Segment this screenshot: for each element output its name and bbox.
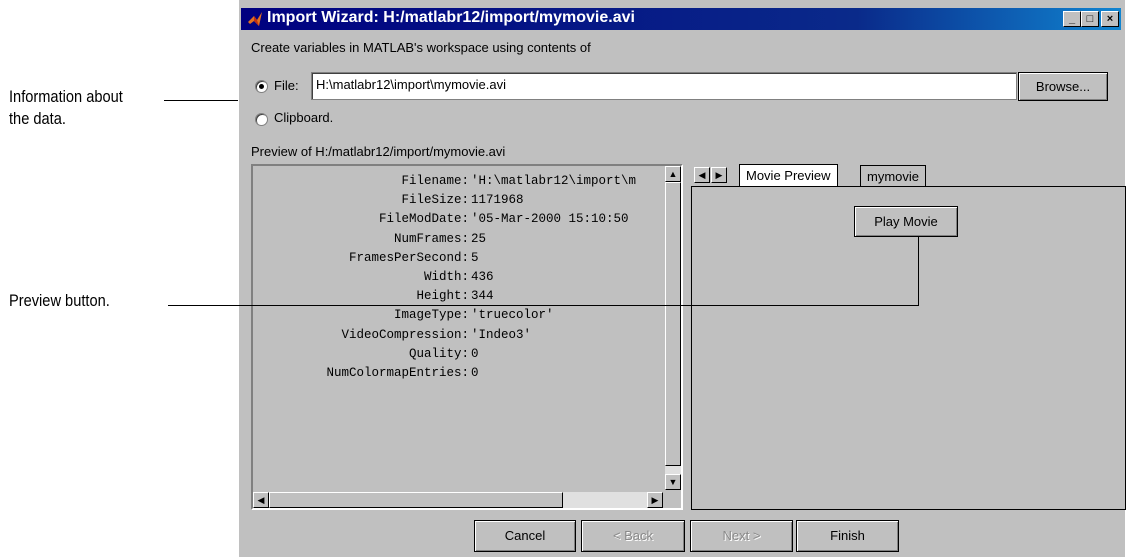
horizontal-scroll-thumb[interactable]	[269, 492, 563, 508]
annotation-info-line1: Information about	[9, 87, 123, 106]
file-label: File:	[274, 78, 299, 93]
info-key: FramesPerSecond:	[348, 250, 469, 265]
info-key: Width:	[423, 270, 469, 284]
info-key: NumColormapEntries:	[326, 366, 469, 380]
radio-selected-dot	[259, 84, 264, 89]
info-key: Height:	[416, 289, 469, 304]
info-value: 436	[471, 270, 494, 284]
info-key: Quality:	[408, 346, 469, 361]
info-key: VideoCompression:	[341, 327, 469, 342]
annotation-preview-button: Preview button.	[9, 291, 110, 310]
cancel-button[interactable]: Cancel	[474, 520, 576, 552]
close-icon[interactable]: ×	[1101, 11, 1119, 27]
annotation-preview-leader-vertical	[918, 237, 919, 306]
info-value: 'H:\matlabr12\import\m	[471, 174, 637, 188]
tab-scroll-right-icon[interactable]: ▶	[711, 167, 727, 183]
vertical-scroll-thumb[interactable]	[665, 182, 681, 466]
intro-text: Create variables in MATLAB's workspace u…	[251, 40, 591, 55]
browse-button[interactable]: Browse...	[1018, 72, 1108, 101]
annotation-preview-leader	[168, 305, 918, 306]
file-path-input[interactable]: H:\matlabr12\import\mymovie.avi	[311, 72, 1017, 100]
tab-scroll-left-icon[interactable]: ◀	[694, 167, 710, 183]
info-panel: Filename: 'H:\matlabr12\import\m FileSize:…	[251, 164, 683, 510]
info-value: 1171968	[471, 193, 524, 208]
annotation-info-line2: the data.	[9, 109, 66, 128]
maximize-icon[interactable]: □	[1081, 11, 1099, 27]
tab-movie-preview[interactable]: Movie Preview	[739, 164, 838, 186]
back-button[interactable]: < Back	[581, 520, 685, 552]
scroll-right-icon[interactable]: ▶	[647, 492, 663, 508]
next-button[interactable]: Next >	[690, 520, 793, 552]
finish-button[interactable]: Finish	[796, 520, 899, 552]
scroll-left-icon[interactable]: ◀	[253, 492, 269, 508]
info-value: 5	[471, 250, 479, 265]
horizontal-scrollbar[interactable]: ◀ ▶	[253, 492, 663, 508]
info-value: 344	[471, 289, 494, 304]
vertical-scrollbar[interactable]: ▲ ▼	[665, 166, 681, 490]
play-movie-button[interactable]: Play Movie	[854, 206, 958, 237]
import-wizard-window: Import Wizard: H:/matlabr12/import/mymov…	[238, 0, 1126, 557]
preview-heading: Preview of H:/matlabr12/import/mymovie.a…	[251, 144, 506, 159]
info-value: '05-Mar-2000 15:10:50	[471, 212, 629, 227]
info-key: ImageType:	[393, 308, 469, 323]
info-value: 0	[471, 346, 479, 361]
info-value: 0	[471, 366, 479, 380]
info-list: Filename: 'H:\matlabr12\import\m FileSize:…	[255, 168, 663, 490]
info-value: 'Indeo3'	[471, 327, 532, 342]
info-key: NumFrames:	[393, 231, 469, 246]
annotation-info-leader	[164, 100, 238, 101]
title-bar[interactable]: Import Wizard: H:/matlabr12/import/mymov…	[241, 8, 1121, 30]
scroll-up-icon[interactable]: ▲	[665, 166, 681, 182]
scroll-down-icon[interactable]: ▼	[665, 474, 681, 490]
tab-mymovie[interactable]: mymovie	[860, 165, 927, 188]
info-key: Filename:	[401, 174, 469, 188]
window-title: Import Wizard: H:/matlabr12/import/mymov…	[267, 9, 635, 26]
movie-preview-panel: Play Movie	[691, 186, 1126, 510]
info-value: 25	[471, 231, 487, 246]
file-radio[interactable]	[255, 80, 268, 93]
minimize-icon[interactable]: _	[1063, 11, 1081, 27]
matlab-logo-icon	[248, 12, 262, 26]
clipboard-radio[interactable]	[255, 113, 268, 126]
clipboard-label: Clipboard.	[274, 110, 334, 125]
info-key: FileModDate:	[378, 212, 469, 227]
info-value: 'truecolor'	[471, 308, 554, 323]
info-key: FileSize:	[401, 193, 469, 208]
